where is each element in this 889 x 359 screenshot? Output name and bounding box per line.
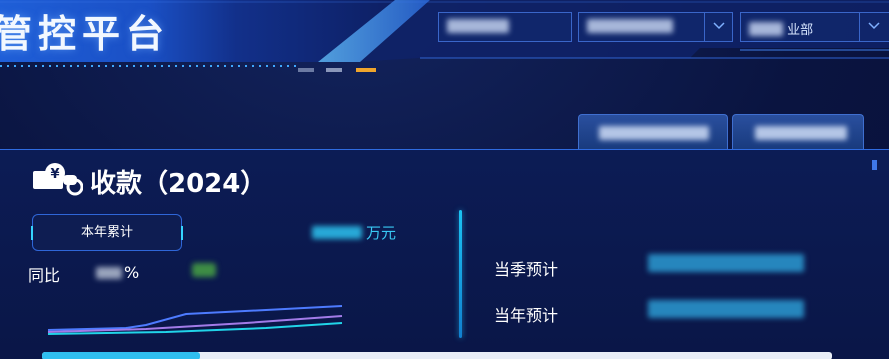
yoy-unit: %: [124, 263, 140, 282]
tab-1[interactable]: [578, 114, 728, 150]
filter-select-3[interactable]: 业部: [740, 12, 889, 42]
quarter-forecast-label: 当季预计: [494, 260, 559, 279]
trend-badge: [192, 263, 216, 277]
yoy-value-number: [96, 266, 122, 279]
column-divider: [459, 210, 462, 338]
ytd-amount: 万元: [312, 222, 396, 242]
filter-select-3-value: 业部: [749, 19, 813, 38]
card-title: 收款（2024）: [90, 169, 267, 199]
progress-bar: [42, 352, 832, 359]
year-forecast-value: [648, 300, 804, 320]
yoy-value: %: [96, 262, 139, 282]
svg-text:¥: ¥: [50, 167, 59, 182]
ytd-button[interactable]: 本年累计: [31, 214, 183, 251]
yen-hand-icon: ¥: [33, 163, 83, 196]
dashboard-root: 管控平台 业部 ¥ 收款（2024） 本年累计 万元 同比 % 当季预计 当年预…: [0, 0, 889, 359]
ytd-amount-unit: 万元: [366, 224, 397, 242]
tab-2[interactable]: [732, 114, 864, 150]
year-forecast-label: 当年预计: [494, 306, 559, 325]
progress-fill: [42, 352, 200, 359]
filter-select-2-value: [587, 19, 673, 35]
trend-sparkline: [47, 305, 343, 335]
filter-field-1[interactable]: [438, 12, 572, 42]
page-title: 管控平台: [0, 12, 171, 56]
scroll-indicator: [872, 160, 877, 170]
filter-select-2[interactable]: [578, 12, 733, 42]
chevron-down-icon[interactable]: [859, 13, 887, 41]
yoy-label: 同比: [28, 266, 61, 285]
chevron-down-icon[interactable]: [704, 13, 732, 41]
quarter-forecast-value: [648, 254, 804, 274]
ytd-amount-value: [312, 226, 362, 239]
filter-field-1-value: [447, 19, 509, 35]
